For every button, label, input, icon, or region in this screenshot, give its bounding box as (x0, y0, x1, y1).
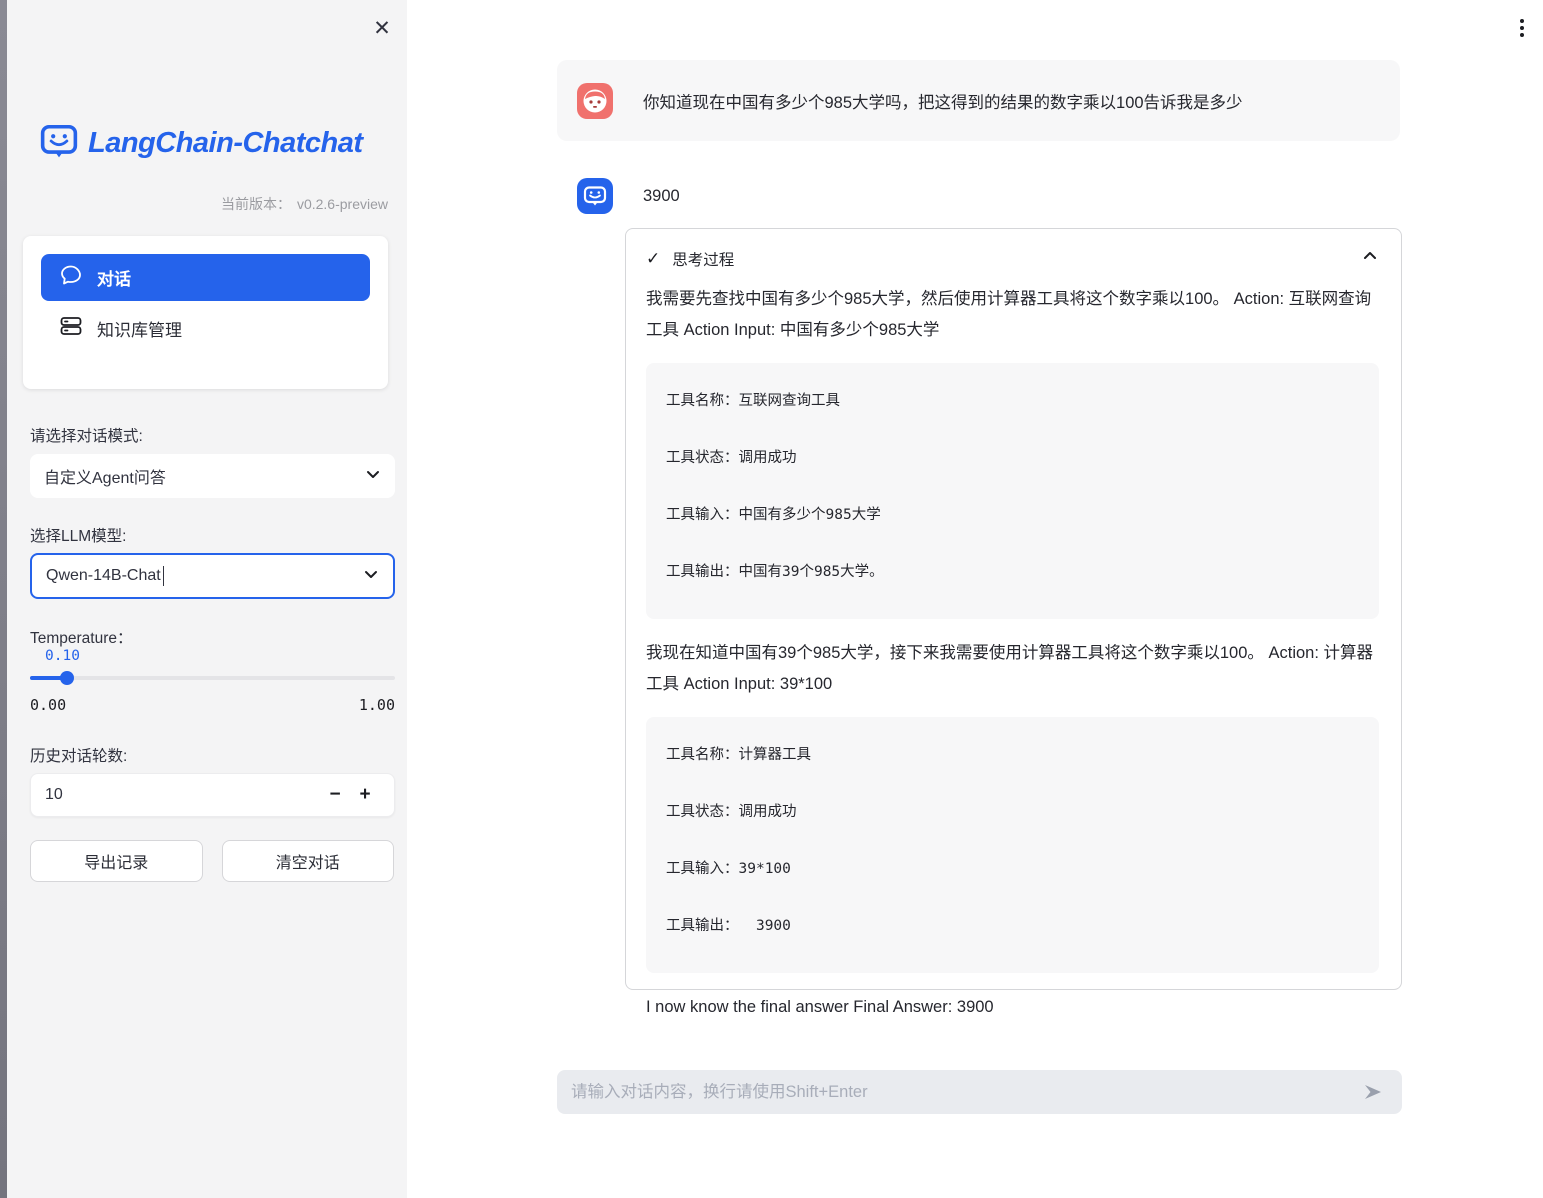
assistant-avatar (577, 178, 613, 214)
user-message-text: 你知道现在中国有多少个985大学吗，把这得到的结果的数字乘以100告诉我是多少 (643, 89, 1243, 113)
tool-call-block-1: 工具名称：互联网查询工具 工具状态：调用成功 工具输入：中国有多少个985大学 … (646, 363, 1379, 619)
dialogue-mode-label: 请选择对话模式: (30, 424, 143, 446)
tool-input-line: 工具输入：39*100 (666, 857, 1359, 878)
user-avatar (577, 83, 613, 119)
chat-input[interactable] (571, 1083, 1358, 1102)
tool-call-block-2: 工具名称：计算器工具 工具状态：调用成功 工具输入：39*100 工具输出： 3… (646, 717, 1379, 973)
check-icon: ✓ (646, 249, 660, 269)
expander-header[interactable]: ✓ 思考过程 (626, 229, 1401, 280)
nav-card: 对话 知识库管理 (23, 236, 388, 389)
llm-model-value: Qwen-14B-Chat (46, 567, 161, 585)
version-info: 当前版本： v0.2.6-preview (23, 194, 388, 214)
history-rounds-label: 历史对话轮数: (30, 744, 127, 766)
chatchat-logo-icon (40, 122, 78, 165)
history-rounds-value: 10 (45, 786, 63, 804)
assistant-message-row: 3900 (577, 178, 680, 214)
export-records-button[interactable]: 导出记录 (30, 840, 203, 882)
temperature-slider[interactable] (30, 674, 395, 682)
slider-max-label: 1.00 (359, 696, 395, 714)
chat-bubble-icon (59, 263, 83, 292)
decrement-button[interactable]: − (320, 784, 350, 806)
tool-status-line: 工具状态：调用成功 (666, 446, 1359, 467)
tool-input-line: 工具输入：中国有多少个985大学 (666, 503, 1359, 524)
chevron-up-icon[interactable] (1361, 247, 1379, 270)
tool-output-line: 工具输出：中国有39个985大学。 (666, 560, 1359, 581)
sidebar: ✕ LangChain-Chatchat 当前版本： v0.2.6-preview… (7, 0, 407, 1198)
tool-status-line: 工具状态：调用成功 (666, 800, 1359, 821)
temperature-label: Temperature： (30, 626, 133, 648)
app-title: LangChain-Chatchat (88, 127, 363, 160)
version-value: v0.2.6-preview (297, 196, 388, 212)
user-message-row: 你知道现在中国有多少个985大学吗，把这得到的结果的数字乘以100告诉我是多少 (557, 60, 1400, 141)
window-edge-strip (0, 0, 7, 1198)
increment-button[interactable]: + (350, 784, 380, 806)
tool-output-line: 工具输出： 3900 (666, 914, 1359, 935)
temperature-value: 0.10 (45, 648, 80, 664)
version-label: 当前版本： (221, 196, 291, 212)
sidebar-close-button[interactable]: ✕ (368, 15, 396, 43)
dialogue-mode-select[interactable]: 自定义Agent问答 (30, 454, 395, 498)
database-stack-icon (59, 314, 83, 343)
slider-min-label: 0.00 (30, 696, 66, 714)
llm-model-label: 选择LLM模型: (30, 524, 126, 546)
expander-title: 思考过程 (672, 248, 734, 270)
slider-track[interactable] (30, 676, 395, 680)
thought-process-expander: ✓ 思考过程 我需要先查找中国有多少个985大学，然后使用计算器工具将这个数字乘… (625, 228, 1402, 990)
sidebar-item-label: 知识库管理 (97, 316, 182, 341)
final-answer-text: I now know the final answer Final Answer… (646, 998, 1379, 1017)
main-menu-kebab-icon[interactable] (1518, 17, 1526, 39)
tool-name-line: 工具名称：计算器工具 (666, 743, 1359, 764)
tool-name-line: 工具名称：互联网查询工具 (666, 389, 1359, 410)
send-icon[interactable] (1358, 1081, 1388, 1103)
sidebar-item-label: 对话 (97, 265, 131, 290)
history-rounds-stepper[interactable]: 10 − + (30, 773, 395, 817)
slider-thumb[interactable] (60, 671, 74, 685)
expander-body: 我需要先查找中国有多少个985大学，然后使用计算器工具将这个数字乘以100。 A… (626, 280, 1401, 1017)
agent-thought-paragraph: 我需要先查找中国有多少个985大学，然后使用计算器工具将这个数字乘以100。 A… (646, 284, 1379, 346)
sidebar-item-dialogue[interactable]: 对话 (41, 254, 370, 301)
app-logo: LangChain-Chatchat (40, 122, 363, 165)
chevron-down-icon (363, 566, 379, 587)
sidebar-action-buttons: 导出记录 清空对话 (30, 840, 394, 882)
llm-model-select[interactable]: Qwen-14B-Chat (30, 553, 395, 599)
clear-dialogue-button[interactable]: 清空对话 (222, 840, 395, 882)
chat-input-bar (557, 1070, 1402, 1114)
sidebar-item-knowledge-base[interactable]: 知识库管理 (41, 308, 370, 348)
text-cursor (163, 566, 165, 586)
chevron-down-icon (365, 466, 381, 487)
assistant-answer-text: 3900 (643, 187, 680, 206)
dialogue-mode-value: 自定义Agent问答 (44, 464, 166, 488)
slider-range-labels: 0.00 1.00 (30, 696, 395, 714)
agent-thought-paragraph: 我现在知道中国有39个985大学，接下来我需要使用计算器工具将这个数字乘以100… (646, 638, 1379, 700)
